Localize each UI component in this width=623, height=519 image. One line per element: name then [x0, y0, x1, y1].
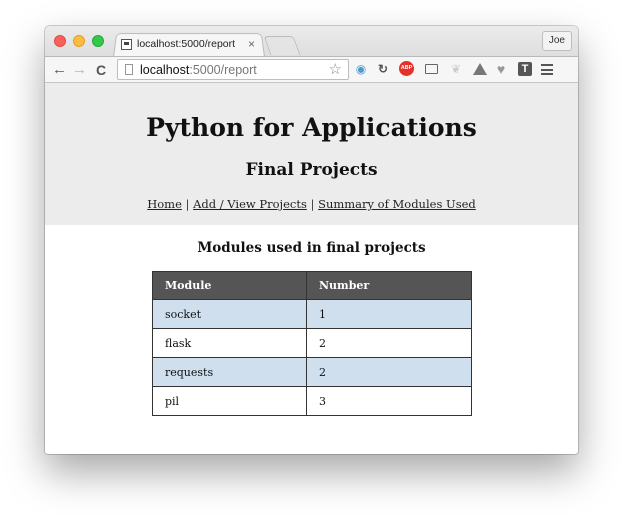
page-subtitle: Final Projects: [245, 160, 378, 180]
title-bar: localhost:5000/report × Joe: [45, 26, 578, 57]
nav-link-summary-modules[interactable]: Summary of Modules Used: [318, 197, 476, 211]
cell-module: socket: [152, 299, 307, 329]
close-window-button[interactable]: [54, 35, 66, 47]
table-row: requests 2: [152, 357, 472, 387]
profile-button[interactable]: Joe: [541, 31, 572, 51]
leaf-icon[interactable]: ❦: [449, 62, 463, 76]
reload-icon[interactable]: C: [96, 60, 106, 80]
browser-window: localhost:5000/report × Joe ← → C localh…: [45, 26, 578, 454]
column-header-number: Number: [306, 271, 472, 300]
menu-icon[interactable]: [541, 64, 553, 75]
column-header-module: Module: [152, 271, 307, 300]
sync-icon[interactable]: ↻: [376, 62, 390, 76]
table-header-row: Module Number: [152, 271, 472, 300]
camera-icon[interactable]: ◉: [354, 62, 368, 76]
header-banner: Python for Applications Final Projects H…: [45, 83, 578, 225]
url-path: :5000/report: [189, 62, 257, 77]
cell-module: requests: [152, 357, 307, 387]
zoom-window-button[interactable]: [92, 35, 104, 47]
forward-arrow-icon[interactable]: →: [72, 60, 87, 80]
nav-link-add-view-projects[interactable]: Add / View Projects: [193, 197, 307, 211]
favicon-icon: [121, 38, 132, 50]
cell-module: flask: [152, 328, 307, 358]
site-nav: Home | Add / View Projects | Summary of …: [45, 197, 578, 211]
table-row: pil 3: [152, 386, 472, 416]
new-tab-button[interactable]: [263, 36, 301, 55]
cell-number: 3: [306, 386, 472, 416]
heart-icon[interactable]: ♥: [494, 62, 508, 76]
modules-table: Module Number socket 1 flask 2 requests …: [152, 271, 472, 416]
url-host: localhost: [140, 62, 190, 77]
cell-number: 1: [306, 299, 472, 329]
cell-number: 2: [306, 357, 472, 387]
t-icon[interactable]: T: [518, 62, 532, 76]
drive-icon[interactable]: [473, 63, 487, 75]
section-heading: Modules used in final projects: [197, 240, 426, 256]
adblock-icon[interactable]: ABP: [399, 61, 414, 76]
table-row: socket 1: [152, 299, 472, 329]
back-arrow-icon[interactable]: ←: [52, 60, 67, 80]
nav-link-home[interactable]: Home: [147, 197, 182, 211]
tab-close-icon[interactable]: ×: [248, 37, 255, 51]
minimize-window-button[interactable]: [73, 35, 85, 47]
table-row: flask 2: [152, 328, 472, 358]
browser-toolbar: ← → C localhost :5000/report ☆ ◉ ↻ ABP ❦…: [45, 56, 578, 83]
tab-title: localhost:5000/report: [137, 38, 236, 50]
tab-report[interactable]: localhost:5000/report ×: [119, 32, 265, 56]
cell-number: 2: [306, 328, 472, 358]
nav-separator: |: [310, 197, 315, 211]
cast-icon[interactable]: [425, 64, 438, 74]
page-title: Python for Applications: [146, 113, 477, 142]
page-icon: [125, 64, 133, 75]
page-content: Python for Applications Final Projects H…: [45, 83, 578, 454]
nav-separator: |: [185, 197, 190, 211]
bookmark-star-icon[interactable]: ☆: [329, 60, 342, 79]
address-bar[interactable]: localhost :5000/report ☆: [117, 59, 349, 80]
cell-module: pil: [152, 386, 307, 416]
